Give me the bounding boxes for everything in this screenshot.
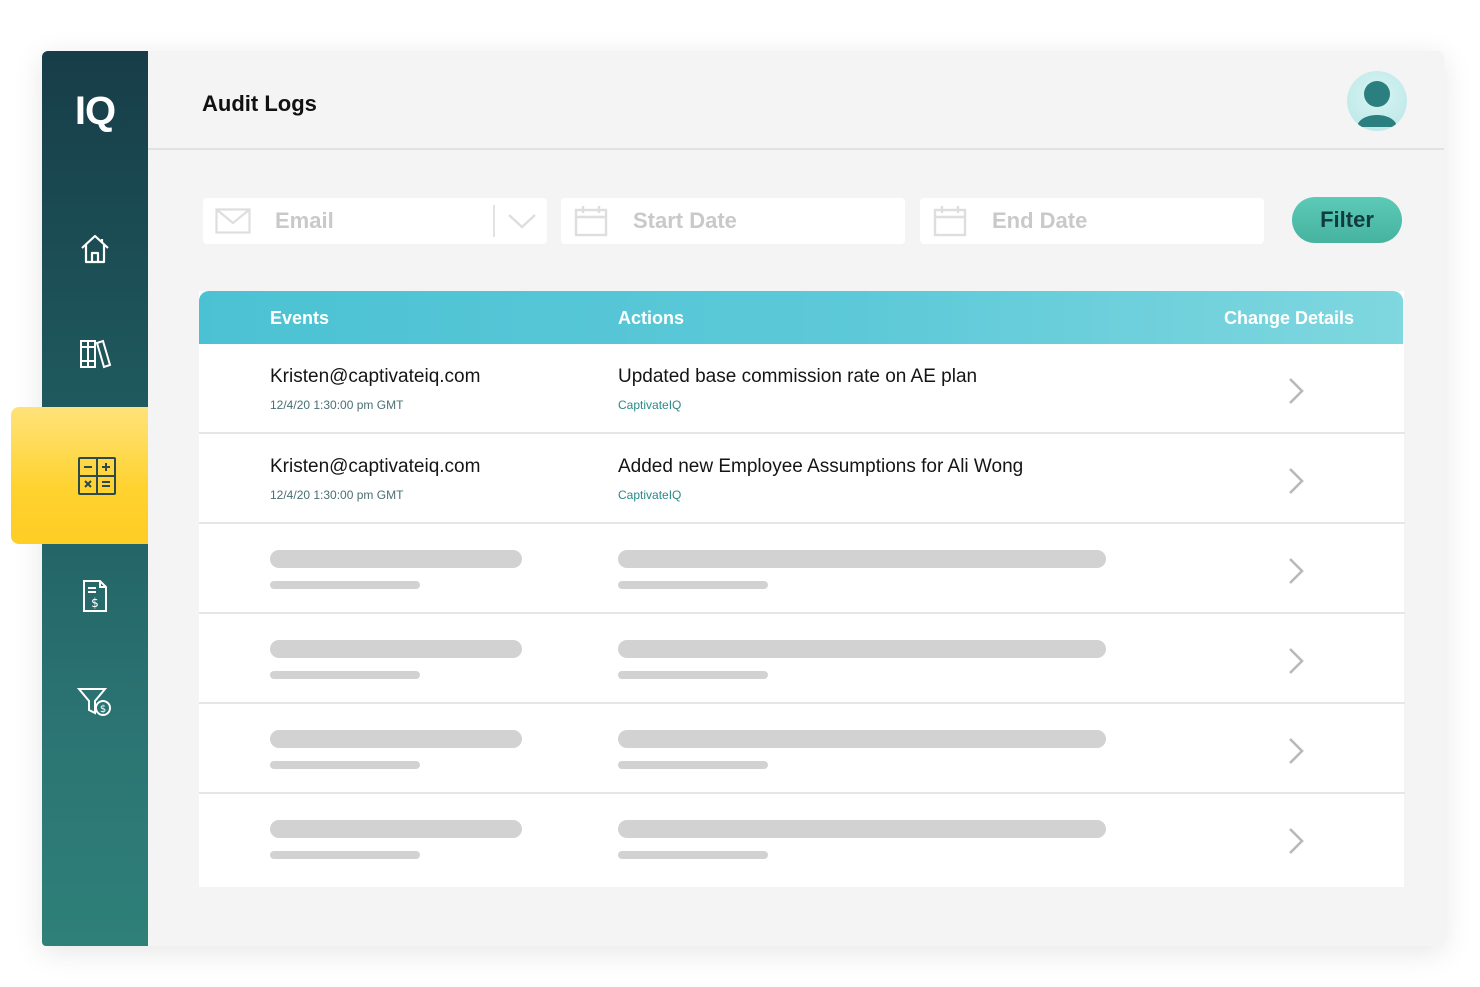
- event-email: Kristen@captivateiq.com: [270, 366, 481, 387]
- sidebar: IQ $ $: [11, 51, 148, 946]
- skeleton-bar: [618, 640, 1106, 658]
- action-description: Updated base commission rate on AE plan: [618, 366, 978, 387]
- chevron-down-icon[interactable]: [505, 208, 539, 240]
- table-row[interactable]: Kristen@captivateiq.com 12/4/20 1:30:00 …: [199, 434, 1405, 524]
- calendar-icon: [920, 205, 980, 237]
- end-date-placeholder: End Date: [992, 208, 1088, 233]
- sidebar-item-library[interactable]: [42, 324, 148, 384]
- column-header-events[interactable]: Events: [270, 308, 329, 329]
- home-icon: [81, 234, 109, 264]
- chevron-right-icon[interactable]: [1286, 826, 1306, 856]
- chevron-right-icon[interactable]: [1286, 646, 1306, 676]
- skeleton-bar: [618, 730, 1106, 748]
- action-source: CaptivateIQ: [618, 488, 682, 502]
- sidebar-item-payout-document[interactable]: $: [42, 566, 148, 626]
- skeleton-bar: [270, 640, 522, 658]
- app-logo[interactable]: IQ: [42, 89, 148, 134]
- skeleton-bar: [270, 730, 522, 748]
- skeleton-bar: [270, 550, 522, 568]
- skeleton-bar: [618, 761, 768, 769]
- page-header: Audit Logs: [148, 51, 1444, 150]
- skeleton-bar: [270, 671, 420, 679]
- library-icon: [80, 339, 112, 369]
- action-source: CaptivateIQ: [618, 398, 682, 412]
- email-filter-field[interactable]: Email: [203, 198, 547, 244]
- loading-row[interactable]: [199, 704, 1405, 794]
- svg-text:$: $: [100, 704, 106, 715]
- page-title: Audit Logs: [202, 91, 317, 116]
- event-email: Kristen@captivateiq.com: [270, 456, 481, 477]
- loading-row[interactable]: [199, 794, 1405, 884]
- chevron-right-icon[interactable]: [1286, 556, 1306, 586]
- event-timestamp: 12/4/20 1:30:00 pm GMT: [270, 398, 404, 412]
- skeleton-bar: [618, 671, 768, 679]
- svg-text:$: $: [91, 596, 99, 610]
- filter-button[interactable]: Filter: [1292, 197, 1402, 243]
- table-header: Events Actions Change Details: [199, 291, 1403, 344]
- column-header-change-details[interactable]: Change Details: [1224, 308, 1354, 329]
- chevron-right-icon[interactable]: [1286, 466, 1306, 496]
- skeleton-bar: [270, 761, 420, 769]
- skeleton-bar: [270, 820, 522, 838]
- end-date-field[interactable]: End Date: [920, 198, 1264, 244]
- mail-icon: [203, 208, 263, 234]
- event-timestamp: 12/4/20 1:30:00 pm GMT: [270, 488, 404, 502]
- email-placeholder: Email: [275, 208, 334, 233]
- calendar-icon: [561, 205, 621, 237]
- sidebar-item-home[interactable]: [42, 219, 148, 279]
- table-row[interactable]: Kristen@captivateiq.com 12/4/20 1:30:00 …: [199, 344, 1405, 434]
- start-date-field[interactable]: Start Date: [561, 198, 905, 244]
- user-icon: [1357, 81, 1397, 127]
- sidebar-item-filter-payouts[interactable]: $: [42, 671, 148, 731]
- audit-log-table: Events Actions Change Details Kristen@ca…: [199, 291, 1405, 887]
- sidebar-item-calculator[interactable]: [11, 407, 148, 544]
- skeleton-bar: [270, 851, 420, 859]
- skeleton-bar: [618, 550, 1106, 568]
- skeleton-bar: [270, 581, 420, 589]
- start-date-placeholder: Start Date: [633, 208, 737, 233]
- calculator-icon: [78, 456, 116, 495]
- dollar-document-icon: $: [83, 580, 107, 612]
- chevron-right-icon[interactable]: [1286, 376, 1306, 406]
- skeleton-bar: [618, 820, 1106, 838]
- skeleton-bar: [618, 851, 768, 859]
- skeleton-bar: [618, 581, 768, 589]
- loading-row[interactable]: [199, 614, 1405, 704]
- loading-row[interactable]: [199, 524, 1405, 614]
- action-description: Added new Employee Assumptions for Ali W…: [618, 456, 1024, 477]
- column-header-actions[interactable]: Actions: [618, 308, 684, 329]
- dollar-filter-icon: $: [76, 688, 111, 716]
- chevron-right-icon[interactable]: [1286, 736, 1306, 766]
- app-window: IQ $ $ Audit Logs Email Start Date End D…: [11, 51, 1444, 946]
- avatar[interactable]: [1347, 71, 1407, 131]
- field-divider: [493, 205, 495, 237]
